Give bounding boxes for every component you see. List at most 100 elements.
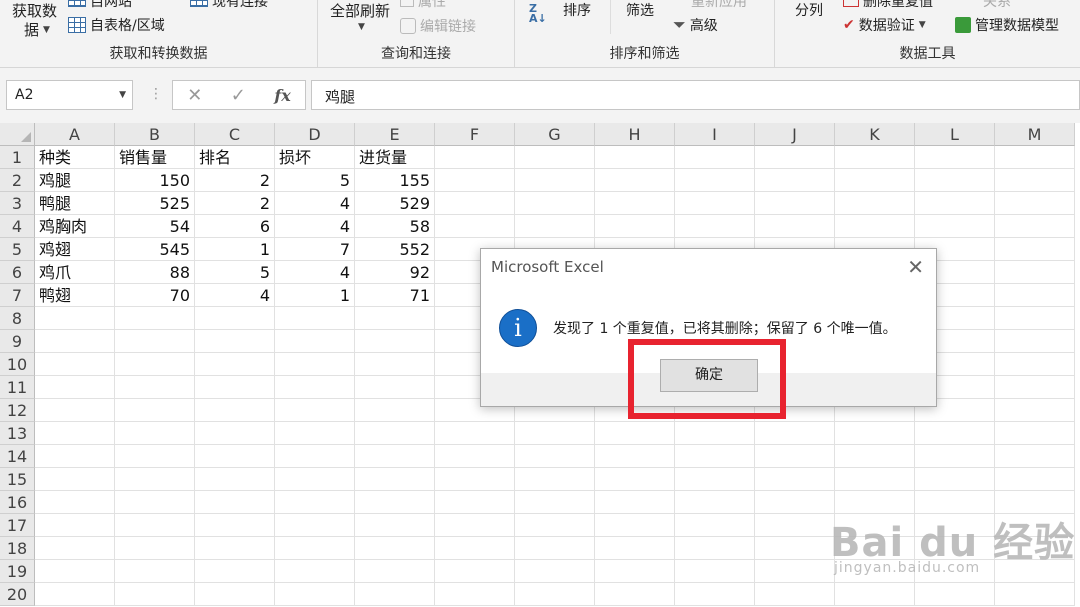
row-header-11[interactable]: 11 — [0, 376, 35, 399]
cell-M1[interactable] — [995, 146, 1075, 169]
cell-B10[interactable] — [115, 353, 195, 376]
row-header-20[interactable]: 20 — [0, 583, 35, 606]
cell-I4[interactable] — [675, 215, 755, 238]
cell-B3[interactable]: 525 — [115, 192, 195, 215]
cell-H20[interactable] — [595, 583, 675, 606]
cell-I14[interactable] — [675, 445, 755, 468]
cell-K2[interactable] — [835, 169, 915, 192]
row-header-1[interactable]: 1 — [0, 146, 35, 169]
row-header-19[interactable]: 19 — [0, 560, 35, 583]
row-header-4[interactable]: 4 — [0, 215, 35, 238]
cell-D7[interactable]: 1 — [275, 284, 355, 307]
cell-I16[interactable] — [675, 491, 755, 514]
row-header-14[interactable]: 14 — [0, 445, 35, 468]
cell-D5[interactable]: 7 — [275, 238, 355, 261]
cell-G13[interactable] — [515, 422, 595, 445]
cell-I13[interactable] — [675, 422, 755, 445]
cell-J3[interactable] — [755, 192, 835, 215]
cell-D14[interactable] — [275, 445, 355, 468]
cell-L13[interactable] — [915, 422, 995, 445]
enter-icon[interactable]: ✓ — [231, 85, 246, 106]
cell-H15[interactable] — [595, 468, 675, 491]
cell-B20[interactable] — [115, 583, 195, 606]
cell-F20[interactable] — [435, 583, 515, 606]
cell-F17[interactable] — [435, 514, 515, 537]
cell-A11[interactable] — [35, 376, 115, 399]
cell-C5[interactable]: 1 — [195, 238, 275, 261]
cell-E20[interactable] — [355, 583, 435, 606]
cell-F19[interactable] — [435, 560, 515, 583]
cell-A12[interactable] — [35, 399, 115, 422]
cell-A5[interactable]: 鸡翅 — [35, 238, 115, 261]
cell-B4[interactable]: 54 — [115, 215, 195, 238]
cell-C14[interactable] — [195, 445, 275, 468]
cell-C20[interactable] — [195, 583, 275, 606]
cell-J2[interactable] — [755, 169, 835, 192]
cell-B6[interactable]: 88 — [115, 261, 195, 284]
cell-E5[interactable]: 552 — [355, 238, 435, 261]
refresh-all-dropdown[interactable]: ▼ — [358, 22, 365, 32]
cell-E2[interactable]: 155 — [355, 169, 435, 192]
cell-G20[interactable] — [515, 583, 595, 606]
cell-D2[interactable]: 5 — [275, 169, 355, 192]
cell-F2[interactable] — [435, 169, 515, 192]
cell-M2[interactable] — [995, 169, 1075, 192]
from-table-button[interactable]: 自表格/区域 — [68, 15, 165, 35]
manage-data-model-button[interactable]: 管理数据模型 — [955, 15, 1059, 35]
cell-I2[interactable] — [675, 169, 755, 192]
cell-C15[interactable] — [195, 468, 275, 491]
cell-I17[interactable] — [675, 514, 755, 537]
cell-A9[interactable] — [35, 330, 115, 353]
cell-L14[interactable] — [915, 445, 995, 468]
cell-K13[interactable] — [835, 422, 915, 445]
column-header-E[interactable]: E — [355, 123, 435, 146]
cell-G19[interactable] — [515, 560, 595, 583]
cell-J1[interactable] — [755, 146, 835, 169]
cell-M13[interactable] — [995, 422, 1075, 445]
cell-A13[interactable] — [35, 422, 115, 445]
cell-I20[interactable] — [675, 583, 755, 606]
cell-B15[interactable] — [115, 468, 195, 491]
cell-D17[interactable] — [275, 514, 355, 537]
cell-A1[interactable]: 种类 — [35, 146, 115, 169]
cell-E9[interactable] — [355, 330, 435, 353]
cell-G17[interactable] — [515, 514, 595, 537]
cell-F15[interactable] — [435, 468, 515, 491]
cell-J13[interactable] — [755, 422, 835, 445]
cell-B11[interactable] — [115, 376, 195, 399]
cell-E19[interactable] — [355, 560, 435, 583]
cell-B5[interactable]: 545 — [115, 238, 195, 261]
cell-L3[interactable] — [915, 192, 995, 215]
column-header-G[interactable]: G — [515, 123, 595, 146]
get-data-button[interactable]: 获取数 — [12, 0, 57, 21]
data-validation-button[interactable]: ✔ 数据验证 ▼ — [843, 15, 926, 35]
cell-A17[interactable] — [35, 514, 115, 537]
cell-K1[interactable] — [835, 146, 915, 169]
from-web-button[interactable]: 自网站 — [68, 0, 132, 11]
cell-A19[interactable] — [35, 560, 115, 583]
cell-I18[interactable] — [675, 537, 755, 560]
get-data-button-line2[interactable]: 据 ▼ — [24, 19, 50, 40]
cell-K14[interactable] — [835, 445, 915, 468]
cell-I3[interactable] — [675, 192, 755, 215]
advanced-filter-button[interactable]: ⏷ 高级 — [673, 15, 718, 35]
row-header-7[interactable]: 7 — [0, 284, 35, 307]
cell-C9[interactable] — [195, 330, 275, 353]
cell-C11[interactable] — [195, 376, 275, 399]
cell-A8[interactable] — [35, 307, 115, 330]
cell-C4[interactable]: 6 — [195, 215, 275, 238]
cell-G14[interactable] — [515, 445, 595, 468]
cell-L2[interactable] — [915, 169, 995, 192]
cell-J15[interactable] — [755, 468, 835, 491]
cell-H17[interactable] — [595, 514, 675, 537]
cell-M6[interactable] — [995, 261, 1075, 284]
filter-button[interactable]: 筛选 — [626, 0, 654, 20]
cell-B18[interactable] — [115, 537, 195, 560]
row-header-16[interactable]: 16 — [0, 491, 35, 514]
cell-D11[interactable] — [275, 376, 355, 399]
column-header-I[interactable]: I — [675, 123, 755, 146]
cell-D10[interactable] — [275, 353, 355, 376]
cell-A18[interactable] — [35, 537, 115, 560]
properties-button[interactable]: 属性 — [400, 0, 446, 11]
cell-G16[interactable] — [515, 491, 595, 514]
